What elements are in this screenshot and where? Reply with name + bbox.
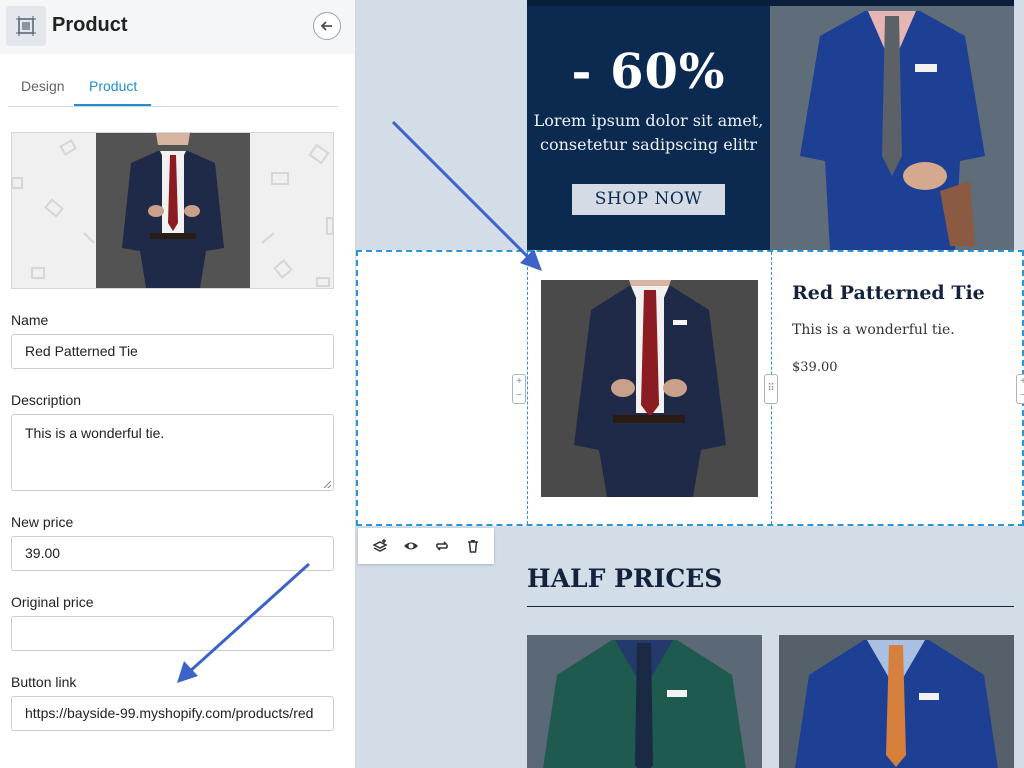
back-button[interactable] xyxy=(313,12,341,40)
column-resize-handle-left[interactable]: + − xyxy=(512,374,526,404)
active-tab-indicator xyxy=(74,104,151,106)
new-price-input[interactable]: 39.00 xyxy=(11,536,334,571)
section-divider xyxy=(527,606,1014,607)
product-info-column[interactable]: Red Patterned Tie This is a wonderful ti… xyxy=(772,252,1024,524)
empty-column[interactable] xyxy=(358,252,528,524)
layers-button[interactable] xyxy=(369,535,391,557)
row-toolbar xyxy=(358,528,494,564)
panel-tabs: Design Product xyxy=(8,70,338,107)
column-drag-handle[interactable]: ⠿ xyxy=(764,374,778,404)
column-resize-handle-right[interactable]: + − xyxy=(1016,374,1024,404)
swap-icon xyxy=(435,541,448,551)
layers-icon xyxy=(371,539,388,552)
arrow-left-icon xyxy=(320,21,332,31)
product-image-picker[interactable] xyxy=(11,132,334,289)
name-input[interactable]: Red Patterned Tie xyxy=(11,334,334,369)
original-price-input[interactable] xyxy=(11,616,334,651)
product-block-icon xyxy=(6,6,46,46)
eye-icon xyxy=(403,542,418,550)
button-link-input[interactable]: https://bayside-99.myshopify.com/product… xyxy=(11,696,334,731)
tab-design[interactable]: Design xyxy=(21,78,65,94)
trash-icon xyxy=(467,540,478,553)
model-photo-green-suit xyxy=(527,635,762,768)
name-label: Name xyxy=(11,312,49,328)
email-preview-canvas: - 60% Lorem ipsum dolor sit amet, conset… xyxy=(356,0,1024,768)
delete-button[interactable] xyxy=(462,535,484,557)
product-image-column[interactable] xyxy=(529,252,772,524)
model-photo-blue-suit xyxy=(770,6,1014,250)
button-link-label: Button link xyxy=(11,674,77,690)
promo-banner: - 60% Lorem ipsum dolor sit amet, conset… xyxy=(527,6,770,250)
description-textarea[interactable]: This is a wonderful tie. xyxy=(11,414,334,491)
promo-text: Lorem ipsum dolor sit amet, consetetur s… xyxy=(533,111,764,154)
new-price-label: New price xyxy=(11,514,74,530)
editor-panel: Product Design Product Name Red Patterne… xyxy=(0,0,356,768)
resize-handle-icon[interactable] xyxy=(323,480,331,488)
product-thumbnail xyxy=(96,133,250,288)
product-image[interactable] xyxy=(541,280,758,497)
promo-headline: - 60% xyxy=(571,44,726,100)
section-heading: HALF PRICES xyxy=(527,564,723,593)
model-photo-blue-suit-orange-tie xyxy=(779,635,1014,768)
panel-header: Product xyxy=(0,0,355,54)
swap-button[interactable] xyxy=(431,535,453,557)
panel-title: Product xyxy=(52,14,128,36)
tab-product[interactable]: Product xyxy=(89,78,137,94)
shop-now-button[interactable]: SHOP NOW xyxy=(572,184,725,215)
description-text: This is a wonderful tie. xyxy=(25,425,165,441)
product-price: $39.00 xyxy=(792,360,838,375)
original-price-label: Original price xyxy=(11,594,94,610)
product-row-selected[interactable]: Red Patterned Tie This is a wonderful ti… xyxy=(356,250,1024,526)
preview-button[interactable] xyxy=(400,535,422,557)
product-description: This is a wonderful tie. xyxy=(792,322,955,338)
product-title: Red Patterned Tie xyxy=(792,282,985,304)
description-label: Description xyxy=(11,392,82,408)
